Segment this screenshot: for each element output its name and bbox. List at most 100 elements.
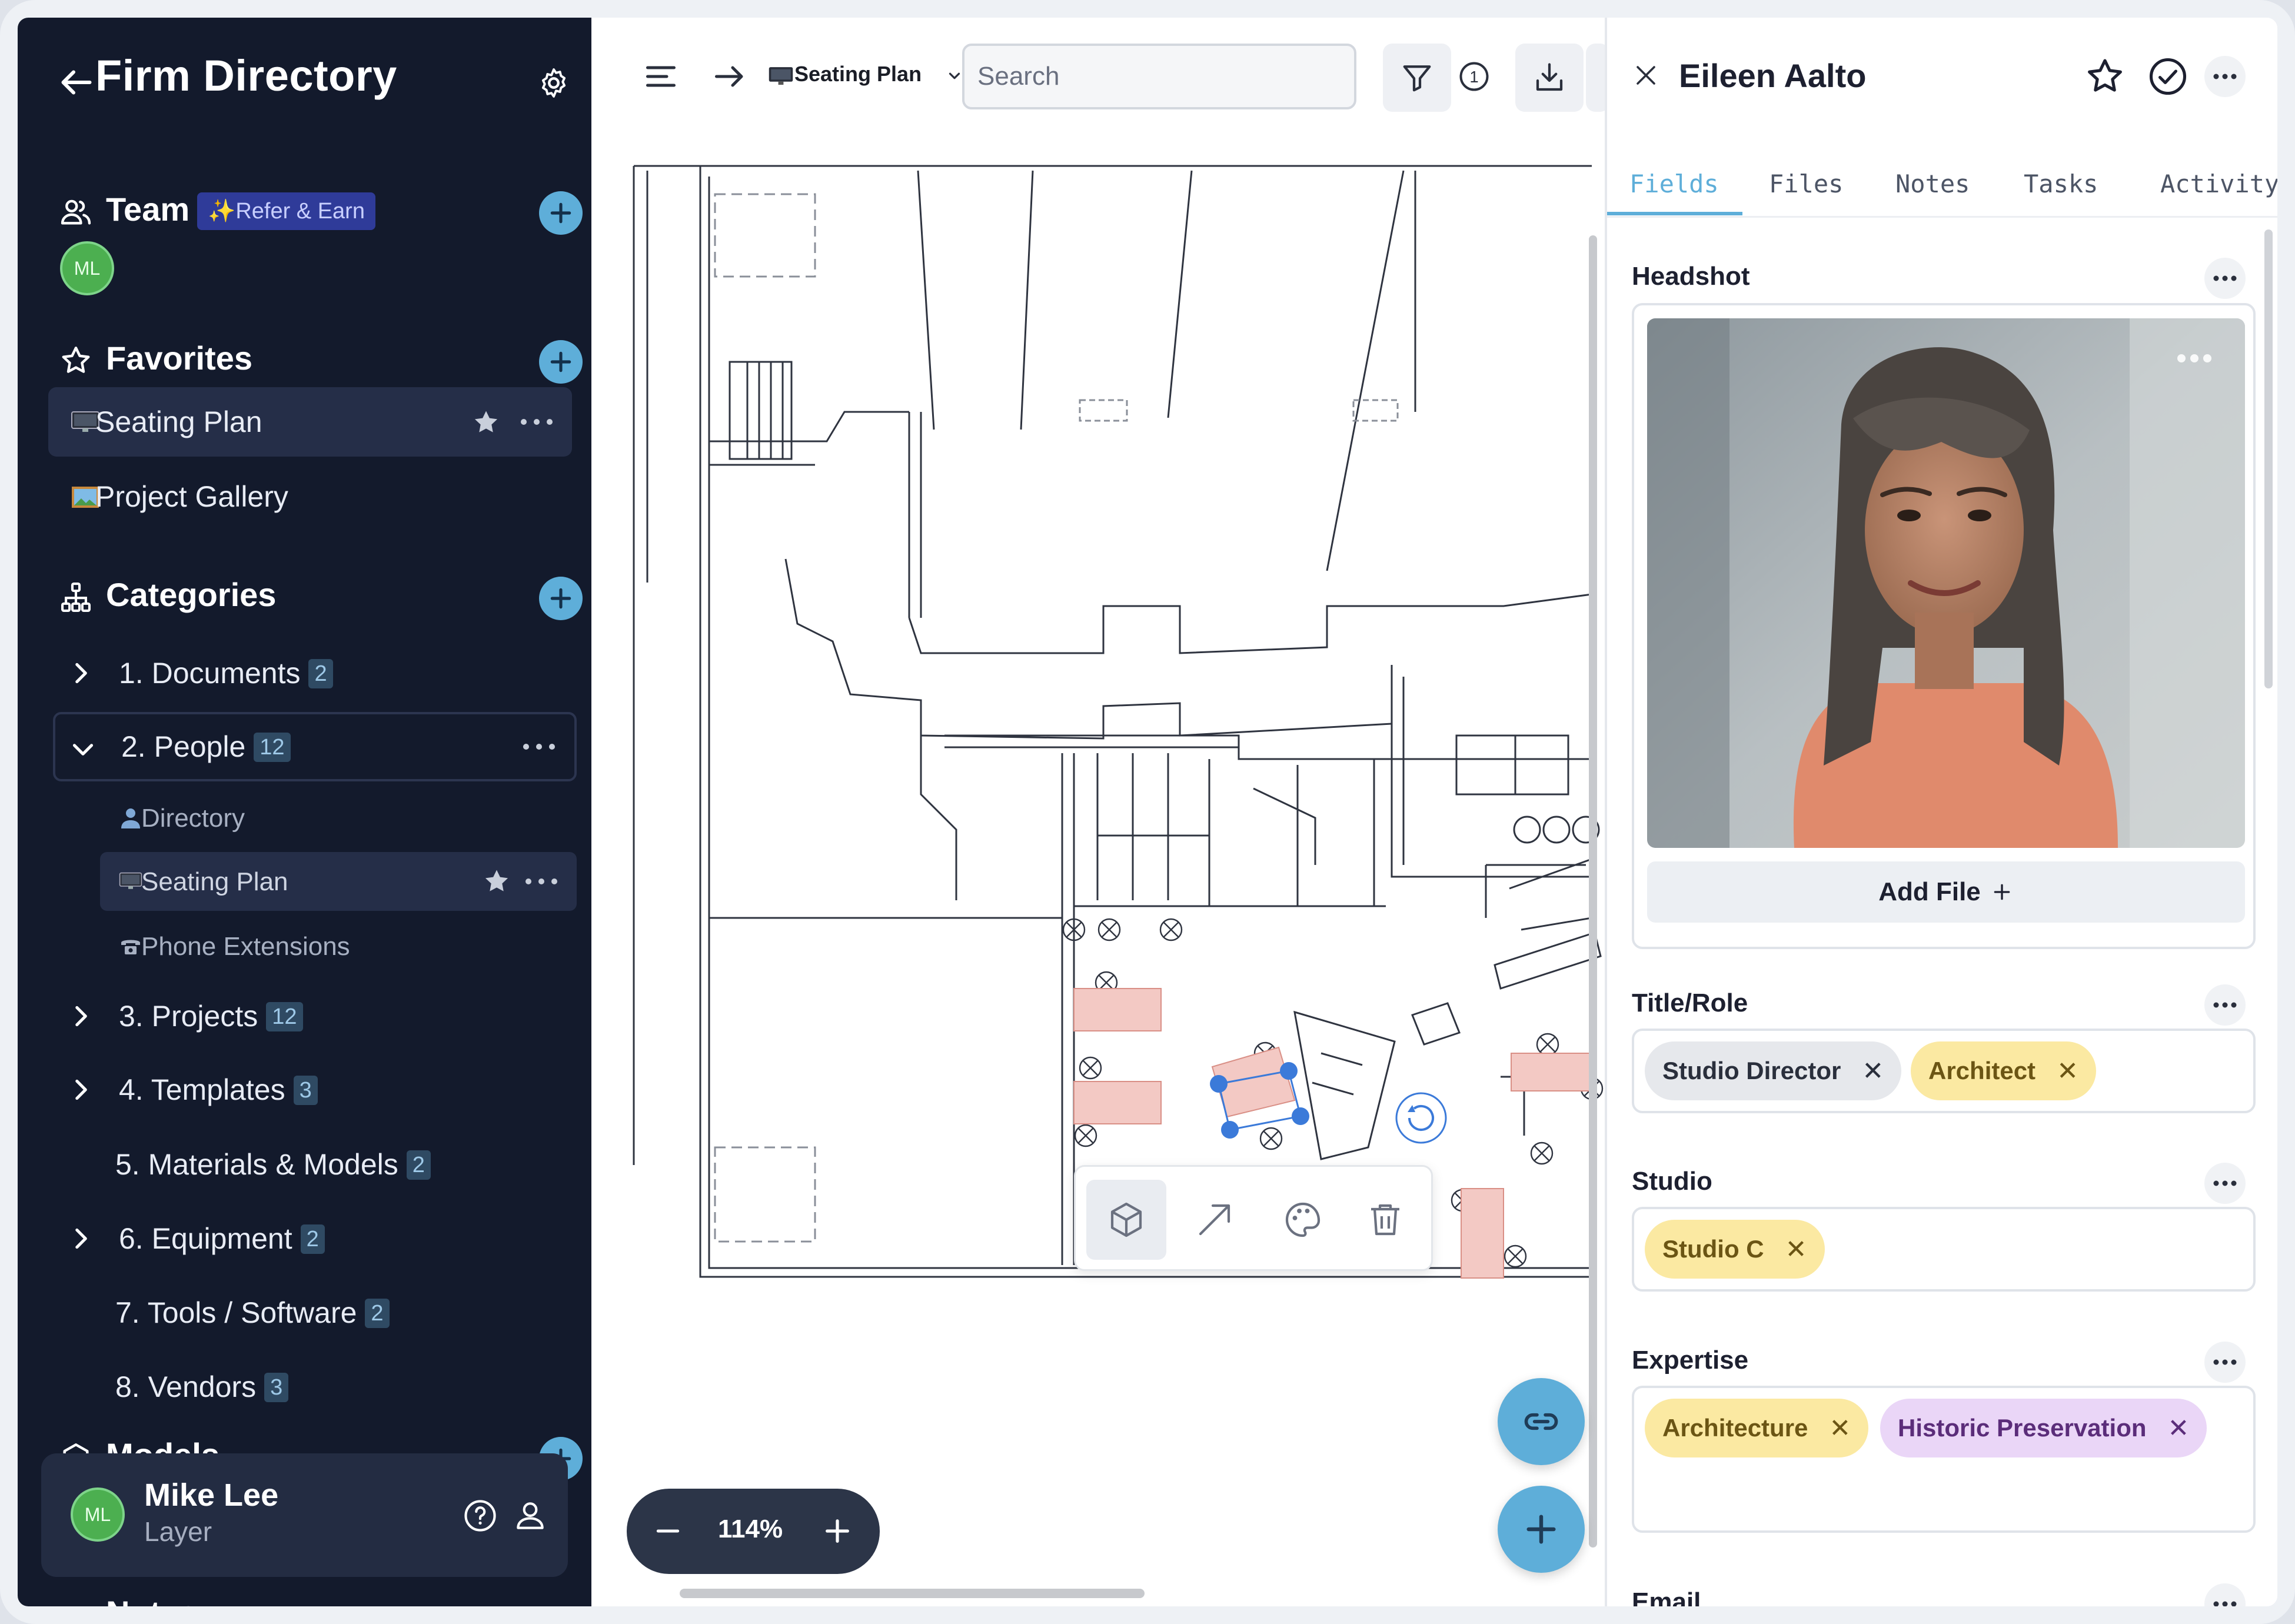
user-profile-card[interactable]: ML Mike Lee Layer (41, 1453, 568, 1577)
close-icon[interactable] (1629, 59, 1662, 92)
more-options-icon[interactable] (2204, 1342, 2246, 1383)
download-button[interactable] (1515, 44, 1584, 112)
add-favorite-button[interactable] (539, 340, 583, 384)
tab-activity[interactable]: Activity (2160, 169, 2277, 198)
breadcrumb-view-selector[interactable]: Seating Plan (794, 62, 922, 86)
tag-historic-preservation[interactable]: Historic Preservation ✕ (1880, 1399, 2207, 1457)
more-options-icon[interactable] (2204, 984, 2246, 1026)
team-member-avatar[interactable]: ML (60, 241, 114, 295)
tab-tasks[interactable]: Tasks (2024, 169, 2098, 198)
panel-scrollbar[interactable] (2264, 229, 2273, 688)
favorite-item-project-gallery[interactable]: Project Gallery (48, 462, 572, 531)
add-team-member-button[interactable] (539, 191, 583, 235)
zoom-out-button[interactable] (650, 1513, 686, 1549)
favorite-star-icon[interactable] (471, 407, 501, 438)
link-icon (1524, 1413, 1558, 1430)
check-circle-icon[interactable] (2146, 54, 2190, 99)
category-tools-software[interactable]: 7. Tools / Software 2 (53, 1278, 577, 1347)
desktop-computer-icon (119, 871, 142, 892)
hierarchy-icon (59, 580, 93, 614)
tag-architect[interactable]: Architect ✕ (1911, 1041, 2096, 1100)
tab-fields[interactable]: Fields (1629, 169, 1719, 198)
tag-architecture[interactable]: Architecture ✕ (1645, 1399, 1869, 1457)
chevron-right-icon[interactable] (66, 1001, 95, 1031)
chevron-right-icon[interactable] (66, 1224, 95, 1253)
settings-gear-icon[interactable] (537, 66, 571, 100)
more-options-icon[interactable] (2204, 1583, 2246, 1606)
more-options-icon[interactable] (519, 418, 554, 426)
chevron-down-icon[interactable] (946, 67, 963, 85)
filter-count-badge-icon[interactable]: 1 (1456, 59, 1492, 94)
category-materials-models[interactable]: 5. Materials & Models 2 (53, 1130, 577, 1199)
add-item-button[interactable] (1498, 1486, 1585, 1573)
category-count-badge: 2 (300, 1224, 325, 1254)
studio-field-label: Studio (1632, 1167, 1712, 1196)
tag-studio-c[interactable]: Studio C ✕ (1645, 1220, 1825, 1279)
delete-button[interactable] (1345, 1180, 1425, 1260)
more-options-icon[interactable] (2204, 56, 2246, 97)
category-count-badge: 2 (308, 659, 333, 688)
category-documents[interactable]: 1. Documents 2 (53, 638, 577, 708)
categories-label: Categories (106, 576, 277, 613)
people-child-phone-extensions[interactable]: Phone Extensions (100, 917, 577, 976)
forward-arrow-icon[interactable] (712, 59, 747, 94)
expertise-field-label: Expertise (1632, 1346, 1749, 1375)
tab-files[interactable]: Files (1769, 169, 1843, 198)
people-child-directory[interactable]: Directory (100, 788, 577, 847)
floor-plan-drawing[interactable] (591, 135, 1605, 1606)
zoom-in-button[interactable] (820, 1513, 855, 1549)
chevron-right-icon[interactable] (66, 658, 95, 688)
favorite-item-label: Seating Plan (95, 405, 262, 438)
palette-icon (1285, 1202, 1321, 1237)
user-avatar[interactable]: ML (71, 1487, 125, 1542)
back-arrow-icon[interactable] (59, 65, 94, 100)
color-palette-button[interactable] (1263, 1180, 1343, 1260)
category-projects[interactable]: 3. Projects 12 (53, 981, 577, 1051)
telephone-icon (119, 936, 142, 957)
category-equipment[interactable]: 6. Equipment 2 (53, 1204, 577, 1273)
chevron-right-icon[interactable] (66, 1075, 95, 1104)
remove-tag-icon[interactable]: ✕ (2168, 1413, 2190, 1443)
category-label: 6. Equipment 2 (119, 1222, 325, 1256)
remove-tag-icon[interactable]: ✕ (2057, 1056, 2078, 1086)
category-templates[interactable]: 4. Templates 3 (53, 1055, 577, 1124)
tab-notes[interactable]: Notes (1895, 169, 1970, 198)
headshot-photo[interactable] (1647, 318, 2245, 848)
more-options-icon[interactable] (524, 877, 559, 886)
arrow-tool-button[interactable] (1175, 1180, 1255, 1260)
menu-lines-icon[interactable] (643, 59, 678, 94)
more-options-icon[interactable] (521, 743, 557, 751)
studio-field[interactable]: Studio C ✕ (1632, 1207, 2256, 1292)
favorite-star-icon[interactable] (481, 866, 512, 897)
remove-tag-icon[interactable]: ✕ (1785, 1234, 1807, 1264)
refer-earn-badge[interactable]: ✨Refer & Earn (197, 192, 375, 230)
more-options-icon[interactable] (2204, 258, 2246, 299)
sidebar-title: Firm Directory (95, 51, 397, 100)
more-options-icon[interactable] (2204, 1163, 2246, 1204)
favorite-star-outline-icon[interactable] (2083, 54, 2127, 99)
category-label: 5. Materials & Models 2 (115, 1147, 431, 1182)
user-subtitle: Layer (144, 1516, 212, 1547)
favorites-label: Favorites (106, 340, 252, 377)
category-people[interactable]: 2. People 12 (53, 712, 577, 781)
3d-cube-button[interactable] (1086, 1180, 1166, 1260)
filter-funnel-icon (1403, 65, 1431, 92)
expertise-field[interactable]: Architecture ✕ Historic Preservation ✕ (1632, 1386, 2256, 1533)
canvas-vertical-scrollbar[interactable] (1589, 235, 1597, 1548)
remove-tag-icon[interactable]: ✕ (1829, 1413, 1851, 1443)
add-file-button[interactable]: Add File (1647, 861, 2245, 923)
filter-button[interactable] (1383, 44, 1451, 112)
tag-studio-director[interactable]: Studio Director ✕ (1645, 1041, 1902, 1100)
chevron-down-icon[interactable] (68, 734, 98, 764)
remove-tag-icon[interactable]: ✕ (1862, 1056, 1884, 1086)
help-icon[interactable] (462, 1497, 498, 1534)
favorite-item-seating-plan[interactable]: Seating Plan (48, 387, 572, 457)
canvas-horizontal-scrollbar[interactable] (680, 1589, 1145, 1598)
search-input[interactable]: Search (962, 44, 1356, 109)
add-category-button[interactable] (539, 577, 583, 620)
account-person-icon[interactable] (512, 1497, 548, 1534)
title-role-field[interactable]: Studio Director ✕ Architect ✕ (1632, 1029, 2256, 1113)
category-vendors[interactable]: 8. Vendors 3 (53, 1352, 577, 1422)
copy-link-button[interactable] (1498, 1378, 1585, 1465)
people-child-seating-plan[interactable]: Seating Plan (100, 852, 577, 911)
